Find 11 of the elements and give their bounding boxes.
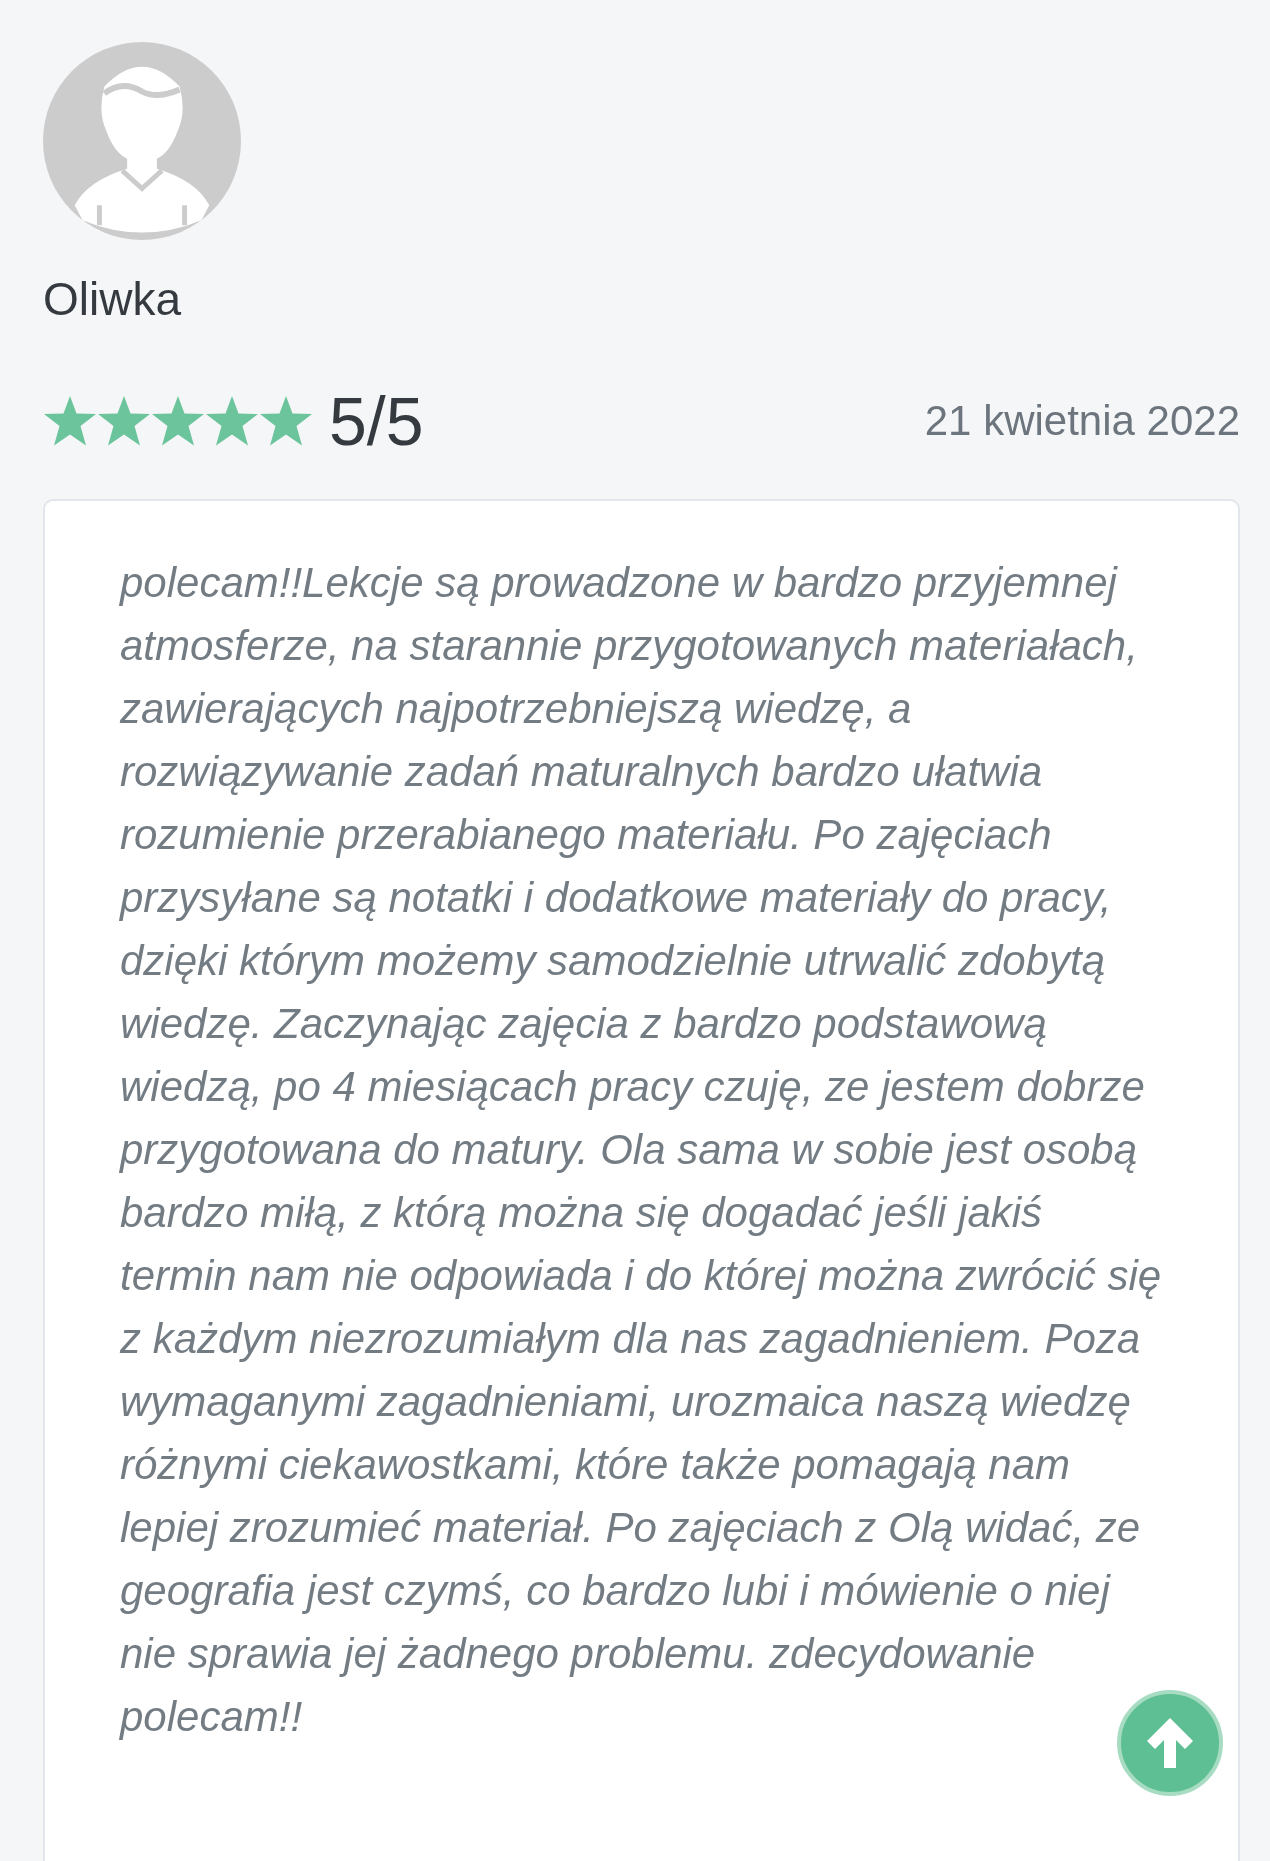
reviewer-name: Oliwka: [43, 272, 183, 327]
review-text: polecam!!Lekcje są prowadzone w bardzo przyjemnej atmosferze, na starannie przygotowanych materiałach, zawierających najpotrzebniejszą wiedzę, a rozwiązywanie zadań maturalnych bardzo ułatwia rozumienie przerabianego materiału. Po zajęciach przysyłane są notatki i dodatkowe materiały do pracy, dzięki którym możemy samodzielnie utrwalić zdobytą wiedzę. Zaczynając zajęcia z bardzo podstawową wiedzą, po 4 miesiącach pracy czuję, ze jestem dobrze przygotowana do matury. Ola sama w sobie jest osobą bardzo miłą, z którą można się dogadać jeśli jakiś termin nam nie odpowiada i do której można zwrócić się z każdym niezrozumiałym dla nas zagadnieniem. Poza wymaganymi zagadnieniami, urozmaica naszą wiedzę różnymi ciekawostkami, które także pomagają nam lepiej zrozumieć materiał. Po zajęciach z Olą widać, ze geografia jest czymś, co bardzo lubi i mówienie o niej nie sprawia jej żadnego problemu. zdecydowanie polecam!!: [120, 558, 1163, 1742]
star-icon: [151, 395, 205, 447]
rating-score: 5/5: [329, 387, 424, 455]
star-icon: [205, 395, 259, 447]
arrow-up-icon: [1145, 1716, 1195, 1770]
star-icon: [259, 395, 313, 447]
star-icon: [43, 395, 97, 447]
star-icon: [97, 395, 151, 447]
review-date: 21 kwietnia 2022: [924, 396, 1240, 446]
avatar-silhouette-icon: [43, 42, 241, 240]
